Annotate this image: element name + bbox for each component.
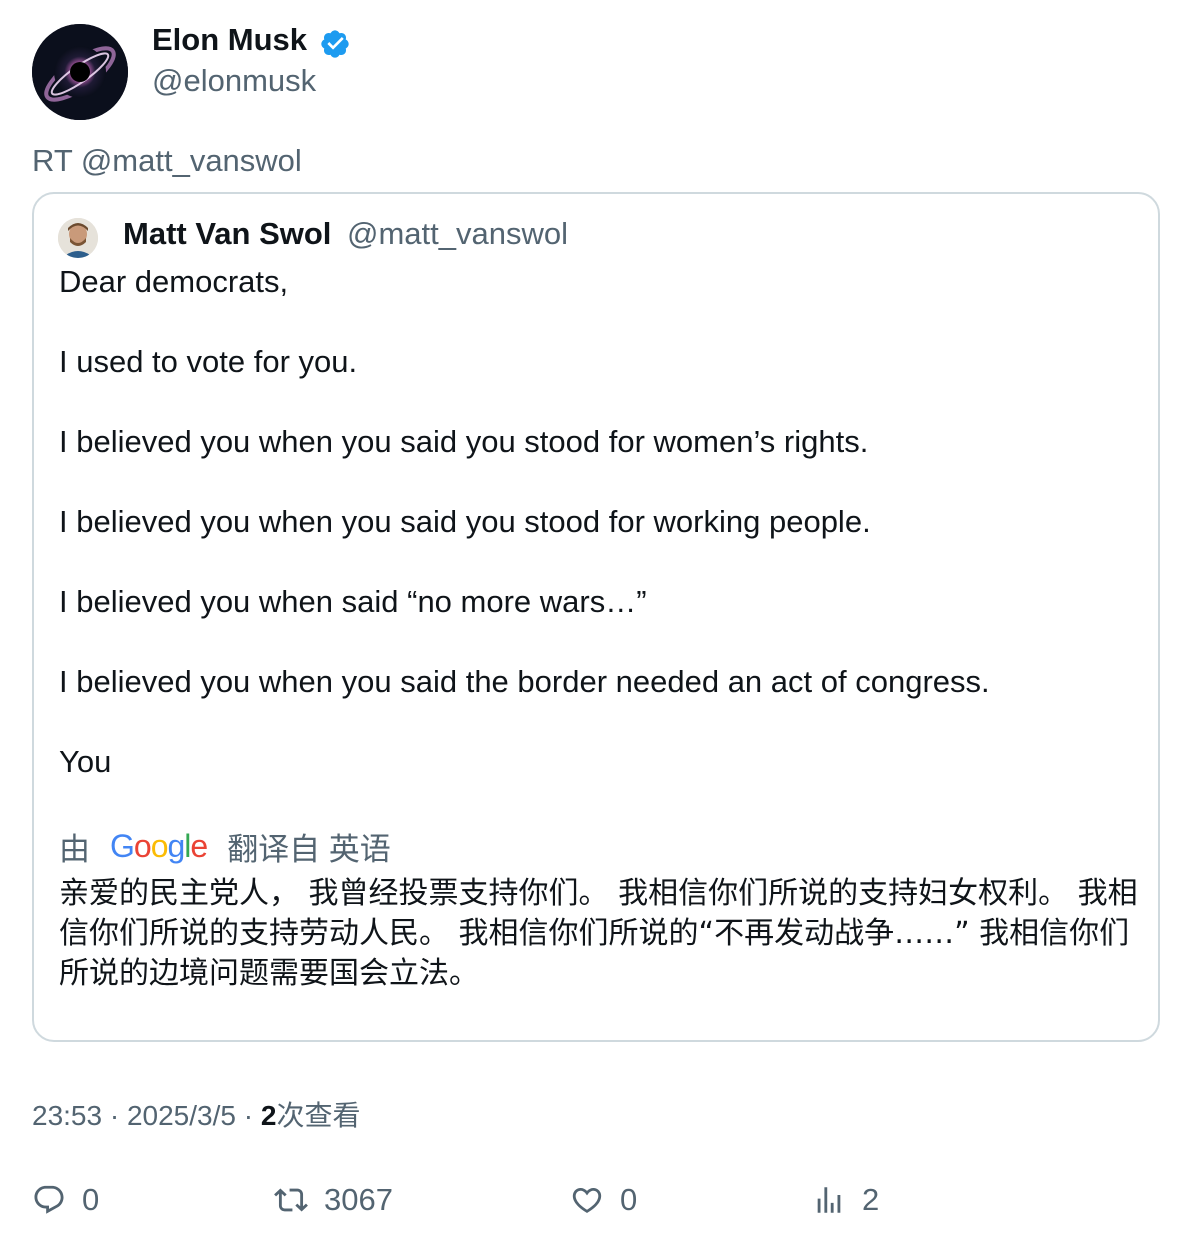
retweet-icon — [274, 1188, 308, 1212]
verified-badge-icon[interactable] — [319, 28, 351, 60]
retweet-button[interactable]: 3067 — [274, 1178, 393, 1222]
quoted-avatar-image — [58, 218, 98, 258]
reply-icon — [34, 1185, 64, 1214]
retweet-count: 3067 — [324, 1182, 393, 1217]
quoted-author-name[interactable]: Matt Van Swol — [123, 216, 331, 252]
quoted-text-line: Dear democrats, — [59, 264, 289, 299]
like-count: 0 — [620, 1182, 638, 1217]
analytics-icon — [817, 1187, 841, 1213]
views-button[interactable]: 2 — [812, 1178, 879, 1222]
quoted-text-line: I believed you when you said you stood f… — [59, 504, 871, 539]
author-name[interactable]: Elon Musk — [152, 22, 307, 58]
reply-count: 0 — [82, 1182, 100, 1217]
retweet-line: RT @matt_vanswol — [32, 143, 302, 178]
views-label: 次查看 — [276, 1100, 361, 1131]
tweet-meta: 23:53 · 2025/3/5 · 2次查看 — [32, 1094, 360, 1134]
views-count: 2 — [260, 1100, 277, 1131]
quoted-author-handle[interactable]: @matt_vanswol — [347, 216, 568, 252]
avatar-image — [32, 24, 128, 120]
like-button[interactable]: 0 — [570, 1178, 637, 1222]
translate-prefix: 由 — [59, 831, 90, 867]
quoted-text-line: I believed you when you said you stood f… — [59, 424, 869, 459]
quoted-text-line: I believed you when said “no more wars…” — [59, 584, 647, 619]
quoted-text-line: I used to vote for you. — [59, 344, 358, 379]
quoted-text-line: You — [59, 744, 112, 779]
tweet-time[interactable]: 23:53 — [32, 1100, 102, 1131]
views-count-action: 2 — [862, 1182, 880, 1217]
quoted-text-line: I believed you when you said the border … — [59, 664, 990, 699]
author-avatar[interactable] — [32, 24, 128, 120]
heart-icon — [572, 1187, 602, 1213]
author-handle[interactable]: @elonmusk — [152, 63, 316, 99]
translated-text: 亲爱的民主党人， 我曾经投票支持你们。 我相信你们所说的支持妇女权利。 我相信你… — [59, 876, 1138, 991]
tweet-date[interactable]: 2025/3/5 — [127, 1100, 236, 1131]
google-logo: Google — [110, 827, 208, 864]
reply-button[interactable]: 0 — [32, 1178, 99, 1222]
translation-attribution: 由 Google 翻译自 英语 — [59, 826, 391, 867]
meta-separator: · — [109, 1100, 120, 1131]
quoted-author-avatar[interactable] — [58, 218, 98, 258]
translate-suffix: 翻译自 英语 — [227, 831, 391, 867]
meta-separator: · — [243, 1100, 254, 1131]
quoted-tweet-card[interactable]: Matt Van Swol @matt_vanswol Dear democra… — [32, 192, 1160, 1042]
